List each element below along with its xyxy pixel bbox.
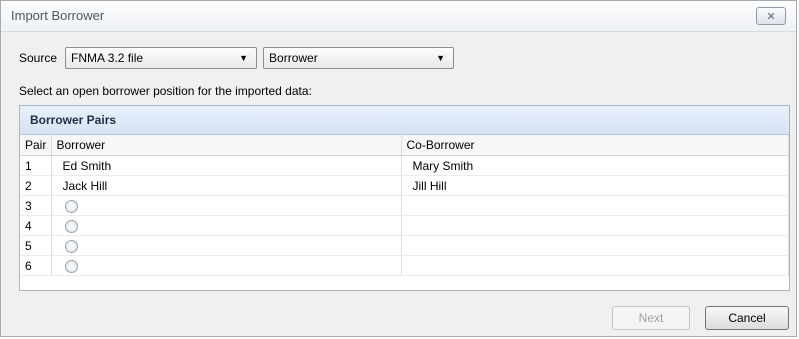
co-borrower-cell bbox=[401, 235, 789, 256]
table-row[interactable]: 5 bbox=[20, 235, 789, 256]
source-entity-value: Borrower bbox=[269, 51, 318, 65]
table-row[interactable]: 2 Jack Hill Jill Hill bbox=[20, 175, 789, 196]
table-row[interactable]: 3 bbox=[20, 195, 789, 216]
borrower-cell bbox=[51, 235, 402, 256]
source-entity-select[interactable]: Borrower ▼ bbox=[263, 47, 455, 69]
column-header-borrower: Borrower bbox=[51, 135, 402, 156]
close-button[interactable]: ✕ bbox=[756, 7, 786, 25]
borrower-cell bbox=[51, 195, 402, 216]
source-file-type-select[interactable]: FNMA 3.2 file ▼ bbox=[65, 47, 258, 69]
select-position-radio[interactable] bbox=[64, 259, 78, 273]
pair-number: 6 bbox=[20, 255, 52, 276]
co-borrower-cell bbox=[401, 215, 789, 236]
dropdown-arrow-icon: ▼ bbox=[239, 53, 249, 63]
select-position-radio[interactable] bbox=[64, 239, 78, 253]
table-row[interactable]: 6 bbox=[20, 255, 789, 276]
source-file-type-value: FNMA 3.2 file bbox=[71, 51, 144, 65]
title-bar: Import Borrower ✕ bbox=[1, 1, 796, 32]
co-borrower-name: Mary Smith bbox=[401, 155, 789, 176]
table-row[interactable]: 4 bbox=[20, 215, 789, 236]
column-header-co-borrower: Co-Borrower bbox=[401, 135, 789, 156]
co-borrower-cell bbox=[401, 255, 789, 276]
import-borrower-dialog: Import Borrower ✕ Source FNMA 3.2 file ▼… bbox=[0, 0, 797, 337]
grid-header: Borrower Pairs bbox=[20, 106, 789, 135]
dialog-title: Import Borrower bbox=[11, 8, 105, 23]
cancel-button[interactable]: Cancel bbox=[705, 306, 789, 330]
instruction-text: Select an open borrower position for the… bbox=[19, 84, 312, 98]
borrower-cell bbox=[51, 215, 402, 236]
co-borrower-cell bbox=[401, 195, 789, 216]
source-row: Source FNMA 3.2 file ▼ Borrower ▼ bbox=[19, 46, 455, 70]
borrower-name: Ed Smith bbox=[51, 155, 402, 176]
pair-number: 2 bbox=[20, 175, 52, 196]
borrower-pairs-table: Pair Borrower Co-Borrower 1 Ed Smith Mar… bbox=[20, 135, 789, 276]
pair-number: 5 bbox=[20, 235, 52, 256]
table-header-row: Pair Borrower Co-Borrower bbox=[20, 135, 789, 156]
borrower-pairs-grid: Borrower Pairs Pair Borrower Co-Borrower… bbox=[19, 105, 790, 291]
pair-number: 3 bbox=[20, 195, 52, 216]
column-header-pair: Pair bbox=[20, 135, 52, 156]
select-position-radio[interactable] bbox=[64, 219, 78, 233]
source-label: Source bbox=[19, 51, 58, 65]
dropdown-arrow-icon: ▼ bbox=[436, 53, 446, 63]
co-borrower-name: Jill Hill bbox=[401, 175, 789, 196]
borrower-name: Jack Hill bbox=[51, 175, 402, 196]
close-icon: ✕ bbox=[766, 10, 776, 23]
pair-number: 1 bbox=[20, 155, 52, 176]
pair-number: 4 bbox=[20, 215, 52, 236]
borrower-cell bbox=[51, 255, 402, 276]
next-button[interactable]: Next bbox=[612, 306, 690, 330]
table-row[interactable]: 1 Ed Smith Mary Smith bbox=[20, 155, 789, 176]
select-position-radio[interactable] bbox=[64, 199, 78, 213]
